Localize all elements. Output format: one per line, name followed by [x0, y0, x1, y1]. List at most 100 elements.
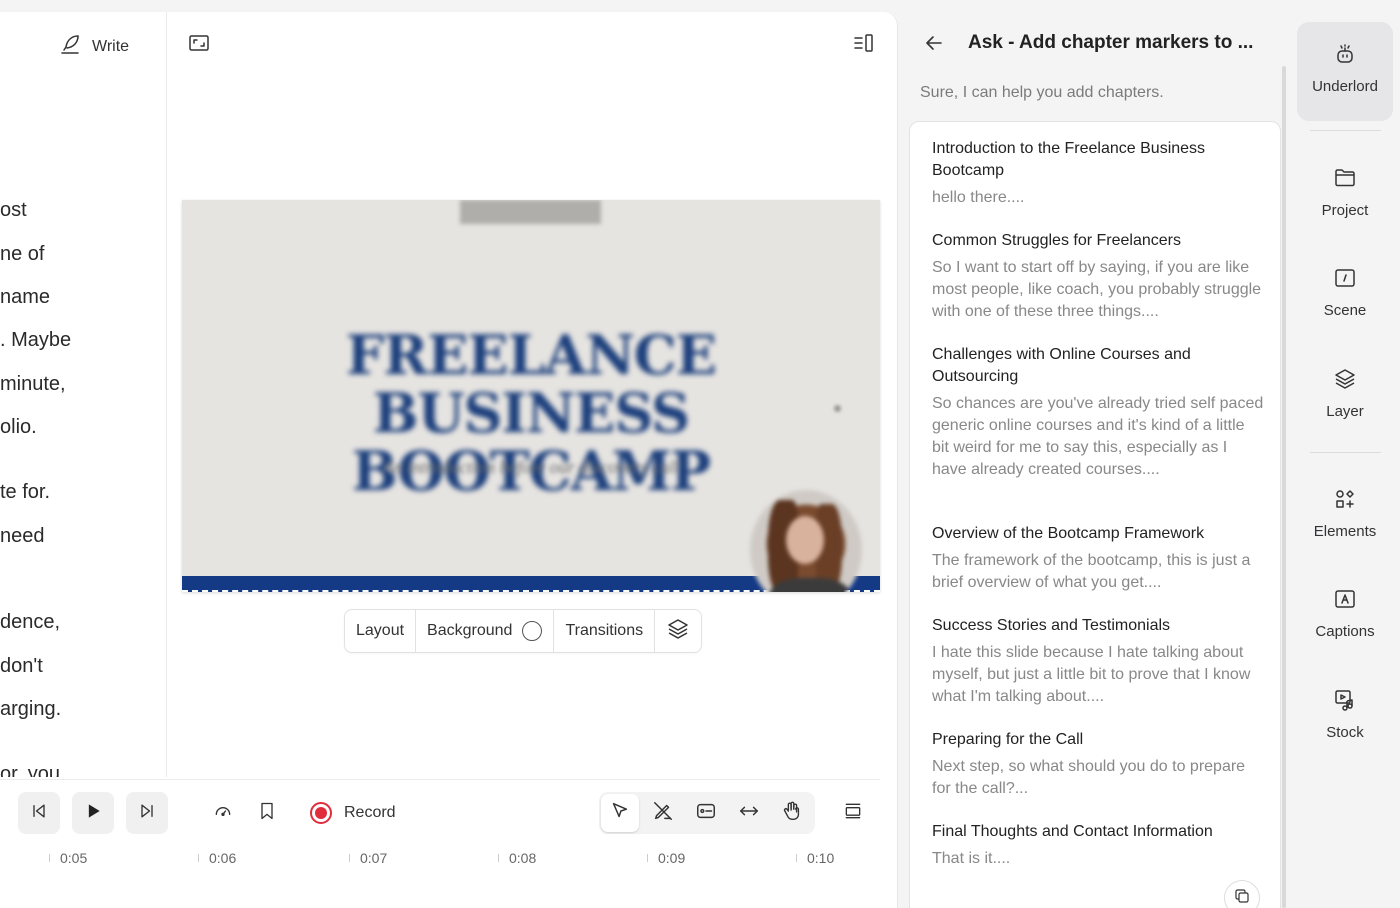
transport-divider [0, 779, 880, 780]
sidebar-item-underlord[interactable]: Underlord [1297, 22, 1393, 121]
chapter-item[interactable]: Preparing for the Call Next step, so wha… [932, 729, 1264, 800]
expand-icon [187, 31, 211, 60]
background-button[interactable]: Background [416, 610, 555, 652]
pen-slash-icon [652, 800, 674, 827]
draw-tool[interactable] [644, 794, 682, 832]
timeline-tick: 0:07 [348, 850, 388, 866]
copy-button[interactable] [1224, 880, 1260, 908]
horizontal-arrows-icon [738, 800, 760, 827]
slide-subtitle-graphic: An introduction before our discovery cal… [382, 457, 680, 477]
sidebar-item-project[interactable]: Project [1297, 166, 1393, 219]
script-line[interactable]: ne of [0, 243, 44, 266]
chapter-description: The framework of the bootcamp, this is j… [932, 552, 1251, 591]
chapter-item[interactable]: Final Thoughts and Contact Information T… [932, 821, 1264, 870]
chapter-item[interactable]: Challenges with Online Courses and Outso… [932, 344, 1264, 481]
resize-tool[interactable] [730, 794, 768, 832]
background-swatch-icon [522, 621, 543, 641]
chapter-description: So chances are you've already tried self… [932, 395, 1264, 478]
elements-icon [1333, 487, 1357, 515]
ask-intro-text: Sure, I can help you add chapters. [920, 84, 1164, 101]
layers-icon [666, 617, 690, 646]
sidebar-label: Elements [1313, 523, 1377, 540]
sidebar-label: Project [1321, 202, 1369, 219]
sidebar-item-scene[interactable]: Scene [1297, 266, 1393, 319]
toggle-panel-button[interactable] [851, 32, 877, 58]
sidebar-item-captions[interactable]: Captions [1297, 587, 1393, 640]
chapter-item[interactable]: Common Struggles for Freelancers So I wa… [932, 230, 1264, 323]
fullscreen-button[interactable] [186, 32, 212, 58]
layers-icon [1333, 367, 1357, 395]
panel-list-icon [852, 31, 876, 60]
right-sidebar: Underlord Project Scene Layer Elements C… [1290, 0, 1400, 908]
script-line[interactable]: or, you [0, 763, 60, 777]
timeline-tick: 0:06 [197, 850, 237, 866]
chapter-title: Success Stories and Testimonials [932, 617, 1171, 634]
script-line[interactable]: te for. [0, 481, 50, 504]
transitions-label: Transitions [565, 622, 644, 639]
sidebar-label: Captions [1315, 623, 1375, 640]
captions-icon [1333, 587, 1357, 615]
chapter-item[interactable]: Overview of the Bootcamp Framework The f… [932, 523, 1264, 594]
slide-canvas[interactable]: FREELANCE BUSINESS BOOTCAMP An introducti… [182, 200, 880, 592]
sidebar-item-stock[interactable]: Stock [1297, 688, 1393, 741]
script-line[interactable]: . Maybe [0, 329, 71, 352]
script-line[interactable]: dence, [0, 611, 60, 634]
script-line[interactable]: olio. [0, 416, 37, 439]
chapter-description: hello there.... [932, 189, 1025, 206]
sidebar-label: Underlord [1312, 78, 1378, 95]
script-line[interactable]: arging. [0, 698, 61, 721]
playback-speed-button[interactable] [202, 792, 244, 834]
script-line[interactable]: don't [0, 655, 43, 678]
ask-title: Ask - Add chapter markers to ... [968, 32, 1254, 53]
editor-panel: Write ost ne of name . Maybe minute, oli… [0, 12, 898, 908]
ask-panel: Ask - Add chapter markers to ... Sure, I… [898, 0, 1290, 908]
script-line[interactable]: need [0, 525, 45, 548]
sidebar-label: Stock [1326, 724, 1364, 741]
sidebar-item-layer[interactable]: Layer [1297, 367, 1393, 420]
write-button[interactable]: Write [58, 32, 129, 61]
sidebar-divider [1310, 452, 1381, 453]
chapter-description: So I want to start off by saying, if you… [932, 259, 1262, 320]
timeline-tick: 0:05 [48, 850, 88, 866]
transitions-button[interactable]: Transitions [554, 610, 656, 652]
back-button[interactable] [922, 31, 946, 55]
script-line[interactable]: ost [0, 199, 27, 222]
timeline-tick: 0:08 [497, 850, 537, 866]
timeline-view-button[interactable] [832, 792, 874, 834]
feather-pen-icon [58, 32, 82, 61]
slide-tag [460, 200, 601, 224]
background-label: Background [427, 622, 513, 639]
sidebar-label: Layer [1326, 403, 1364, 420]
script-line[interactable]: minute, [0, 373, 66, 396]
chapter-description: Next step, so what should you do to prep… [932, 758, 1246, 797]
cursor-arrow-icon [609, 800, 631, 827]
chapter-item[interactable]: Introduction to the Freelance Business B… [932, 138, 1264, 209]
ask-scrollbar[interactable] [1282, 66, 1286, 908]
play-icon [83, 801, 103, 826]
bookmark-button[interactable] [246, 792, 288, 834]
skip-forward-button[interactable] [126, 792, 168, 834]
record-icon [310, 802, 332, 824]
timeline-tick: 0:09 [646, 850, 686, 866]
sidebar-divider [1310, 130, 1381, 131]
slide-dot [834, 405, 841, 412]
layers-button[interactable] [655, 610, 701, 652]
skip-back-button[interactable] [18, 792, 60, 834]
sidebar-item-elements[interactable]: Elements [1297, 487, 1393, 540]
play-button[interactable] [72, 792, 114, 834]
presenter-avatar[interactable] [750, 490, 862, 592]
chapter-title: Preparing for the Call [932, 731, 1084, 748]
scene-icon [1333, 266, 1357, 294]
chapter-description: That is it.... [932, 850, 1011, 867]
shape-tool[interactable] [687, 794, 725, 832]
hand-tool[interactable] [773, 794, 811, 832]
chapter-title: Challenges with Online Courses and Outso… [932, 346, 1191, 385]
layout-button[interactable]: Layout [345, 610, 417, 652]
skip-forward-icon [137, 801, 157, 826]
folder-icon [1333, 166, 1357, 194]
chapter-item[interactable]: Success Stories and Testimonials I hate … [932, 615, 1264, 708]
select-tool[interactable] [601, 794, 639, 832]
script-line[interactable]: name [0, 286, 50, 309]
stock-media-icon [1333, 688, 1357, 716]
record-button[interactable]: Record [310, 802, 396, 824]
